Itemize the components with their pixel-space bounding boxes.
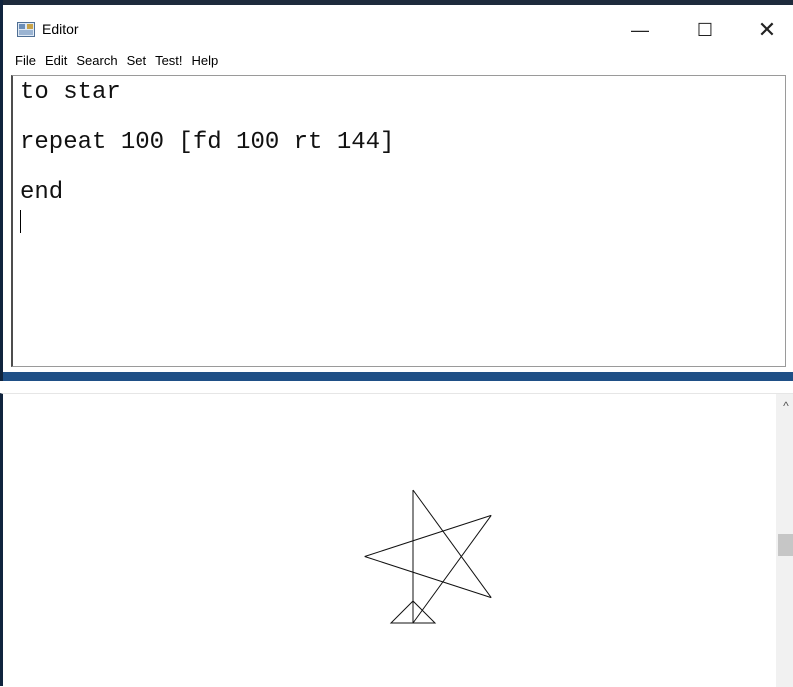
maximize-button[interactable]: ☐: [685, 15, 725, 45]
window-title: Editor: [42, 21, 79, 37]
title-bar[interactable]: Editor — ☐ ✕: [3, 5, 793, 49]
graphics-window: ^: [0, 393, 793, 687]
minimize-button[interactable]: —: [620, 15, 660, 45]
menu-set[interactable]: Set: [127, 53, 147, 73]
maximize-icon: ☐: [696, 19, 714, 40]
turtle-canvas[interactable]: [6, 394, 776, 687]
code-line: to star: [20, 79, 121, 106]
menu-help[interactable]: Help: [192, 53, 219, 73]
editor-app-icon: [17, 22, 35, 37]
star-stroke: [412, 489, 492, 598]
menu-test[interactable]: Test!: [155, 53, 182, 73]
menu-file[interactable]: File: [15, 53, 36, 73]
text-cursor: [20, 210, 21, 233]
menu-bar: File Edit Search Set Test! Help: [15, 53, 218, 73]
editor-window: Editor — ☐ ✕ File Edit Search Set Test! …: [0, 0, 793, 381]
star-stroke: [364, 514, 492, 557]
minimize-icon: —: [631, 19, 649, 40]
close-icon: ✕: [757, 17, 777, 42]
star-stroke: [412, 515, 492, 624]
vertical-scrollbar[interactable]: ^: [776, 394, 793, 687]
code-line: end: [20, 179, 64, 206]
menu-search[interactable]: Search: [76, 53, 117, 73]
scroll-thumb[interactable]: [778, 534, 793, 556]
menu-edit[interactable]: Edit: [45, 53, 67, 73]
scroll-up-icon[interactable]: ^: [776, 398, 793, 414]
code-editor[interactable]: to star repeat 100 [fd 100 rt 144] end: [11, 75, 786, 367]
close-button[interactable]: ✕: [747, 15, 787, 45]
code-line: repeat 100 [fd 100 rt 144]: [20, 129, 395, 156]
star-stroke: [364, 556, 492, 599]
